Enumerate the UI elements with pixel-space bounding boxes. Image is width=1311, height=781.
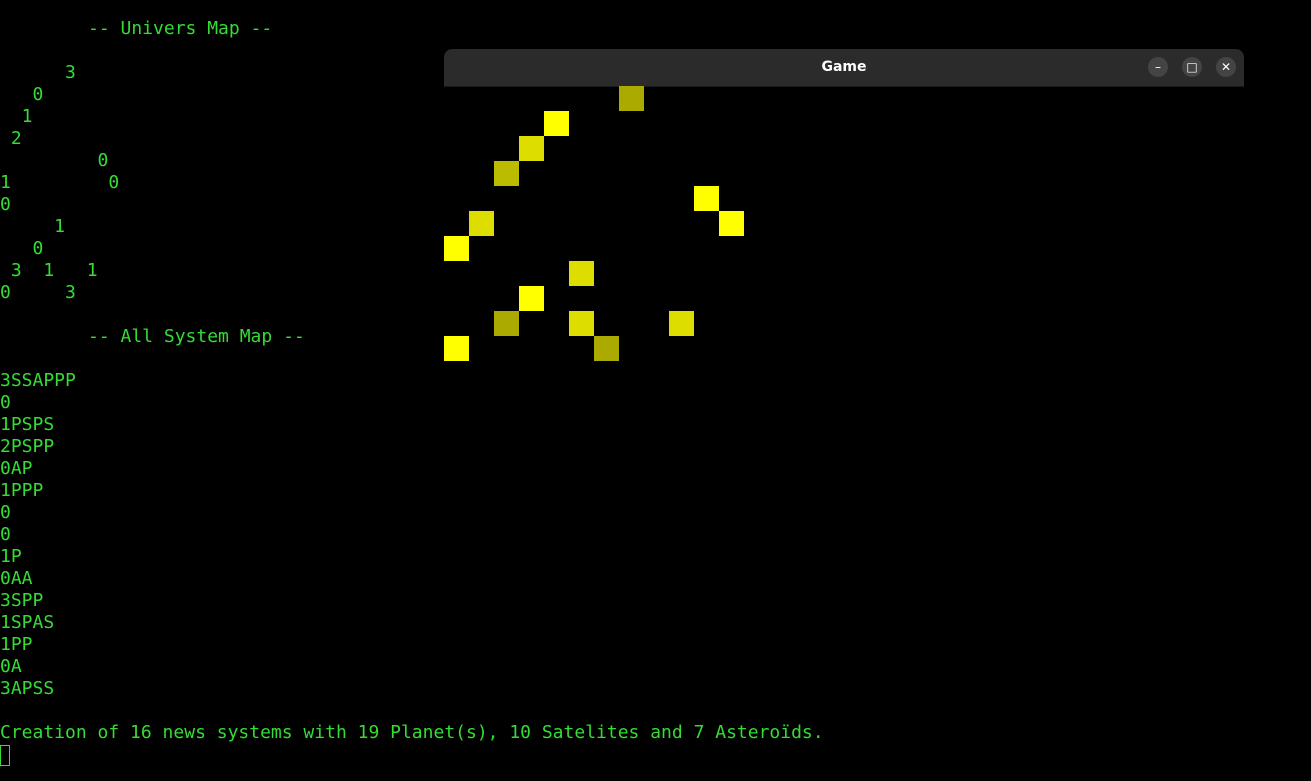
game-cell — [494, 311, 519, 336]
univers-map-line: 1 — [0, 106, 33, 127]
minimize-button[interactable]: – — [1148, 57, 1168, 77]
univers-map-line: 0 — [0, 238, 44, 259]
system-map-line: 0AP — [0, 458, 33, 479]
game-titlebar[interactable]: Game – □ ✕ — [444, 49, 1244, 87]
system-map-line: 1PSPS — [0, 414, 55, 435]
game-cell — [494, 161, 519, 186]
game-cell — [594, 336, 619, 361]
system-map-line: 0 — [0, 502, 11, 523]
univers-map-header: -- Univers Map -- — [88, 18, 273, 39]
game-cell — [669, 311, 694, 336]
univers-map-line: 0 3 — [0, 282, 76, 303]
window-title: Game — [821, 59, 867, 75]
system-map-line: 0AA — [0, 568, 33, 589]
system-map-line: 1PP — [0, 634, 33, 655]
game-cell — [619, 86, 644, 111]
game-cell — [544, 111, 569, 136]
game-cell — [469, 211, 494, 236]
univers-map-line: 2 — [0, 128, 22, 149]
game-cell — [519, 286, 544, 311]
game-cell — [694, 186, 719, 211]
game-cell — [519, 136, 544, 161]
univers-map-line: 0 — [0, 150, 109, 171]
game-cell — [719, 211, 744, 236]
game-cell — [569, 261, 594, 286]
system-map-line: 1SPAS — [0, 612, 55, 633]
game-cell — [569, 311, 594, 336]
summary-line: Creation of 16 news systems with 19 Plan… — [0, 722, 824, 743]
system-map-line: 3APSS — [0, 678, 55, 699]
univers-map-line: 3 — [0, 62, 76, 83]
system-map-line: 3SSAPPP — [0, 370, 76, 391]
game-cell — [444, 236, 469, 261]
univers-map-line: 0 — [0, 84, 44, 105]
univers-map-line: 0 — [0, 194, 11, 215]
univers-map-line: 1 0 — [0, 172, 120, 193]
system-map-line: 0 — [0, 524, 11, 545]
system-map-line: 0A — [0, 656, 22, 677]
univers-map-line: 3 1 1 — [0, 260, 98, 281]
game-window[interactable]: Game – □ ✕ — [444, 49, 1244, 385]
univers-map-line: 1 — [0, 216, 66, 237]
game-cell — [444, 336, 469, 361]
system-map-header: -- All System Map -- — [88, 326, 305, 347]
close-button[interactable]: ✕ — [1216, 57, 1236, 77]
system-map-line: 1PPP — [0, 480, 44, 501]
system-map-line: 3SPP — [0, 590, 44, 611]
maximize-button[interactable]: □ — [1182, 57, 1202, 77]
system-map-line: 1P — [0, 546, 22, 567]
system-map-line: 2PSPP — [0, 436, 55, 457]
game-canvas[interactable] — [444, 86, 1244, 385]
terminal-cursor — [0, 745, 10, 766]
system-map-line: 0 — [0, 392, 11, 413]
